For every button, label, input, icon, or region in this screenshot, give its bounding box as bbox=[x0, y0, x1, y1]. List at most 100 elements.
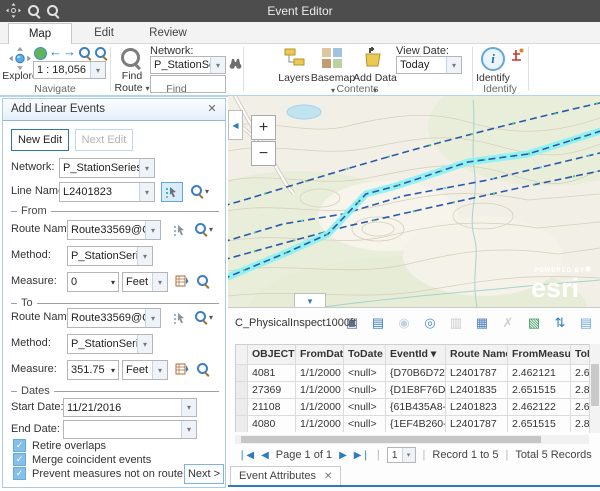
tab-event-attributes[interactable]: Event Attributes ✕ bbox=[230, 466, 341, 485]
from-measure-combo[interactable]: 0 ▾ bbox=[67, 272, 119, 292]
attributes-icon[interactable]: ▤ bbox=[577, 314, 595, 332]
zoom-to-line-button[interactable]: ▾ bbox=[191, 185, 209, 197]
add-point-event-icon[interactable] bbox=[510, 48, 524, 66]
from-method-combo[interactable]: P_StationSeries ▾ bbox=[67, 246, 153, 266]
table-row[interactable]: 211081/1/2000<null>{61B435A8-32L24018232… bbox=[236, 399, 589, 416]
zoom-selected-icon[interactable]: ◉ bbox=[395, 314, 413, 332]
chevron-down-icon[interactable]: ▾ bbox=[139, 183, 154, 201]
column-header[interactable]: OBJECTID bbox=[248, 345, 296, 365]
previous-extent-icon[interactable]: ← bbox=[49, 44, 62, 59]
basemap-icon[interactable] bbox=[322, 48, 342, 71]
page-prev-icon[interactable]: ◀ bbox=[261, 450, 269, 461]
select-line-on-map-button[interactable] bbox=[161, 182, 183, 202]
calculator-icon[interactable]: ▦ bbox=[473, 314, 491, 332]
tab-edit[interactable]: Edit bbox=[72, 23, 136, 44]
page-next-icon[interactable]: ▶ bbox=[339, 450, 347, 461]
chevron-down-icon[interactable]: ▾ bbox=[152, 273, 167, 291]
map-view[interactable]: POWERED BY esri + − ◀ ▼ bbox=[228, 96, 600, 307]
checkbox-icon[interactable]: ✓ bbox=[13, 439, 26, 452]
collapse-bottom-panel-button[interactable]: ▼ bbox=[294, 293, 326, 307]
save-icon[interactable]: ▥ bbox=[447, 314, 465, 332]
chevron-down-icon[interactable]: ▾ bbox=[139, 159, 154, 177]
map-zoom-out-button[interactable]: − bbox=[251, 141, 276, 166]
close-icon[interactable]: ✕ bbox=[324, 471, 332, 482]
sort-icon[interactable]: ⇅ bbox=[551, 314, 569, 332]
scrollbar-thumb[interactable] bbox=[241, 436, 541, 443]
chevron-down-icon[interactable]: ▾ bbox=[111, 278, 118, 287]
identify-icon[interactable]: i bbox=[481, 47, 505, 71]
next-button[interactable]: Next > bbox=[184, 464, 224, 484]
rows-icon[interactable]: ▤ bbox=[369, 314, 387, 332]
tab-map[interactable]: Map bbox=[8, 23, 72, 44]
next-edit-button[interactable]: Next Edit bbox=[75, 129, 133, 151]
map-canvas[interactable]: POWERED BY esri bbox=[228, 96, 600, 307]
checkbox-icon[interactable]: ✓ bbox=[13, 467, 26, 480]
zoom-to-to-route-button[interactable]: ▾ bbox=[195, 311, 213, 323]
chevron-down-icon[interactable]: ▾ bbox=[111, 366, 118, 375]
full-extent-globe-icon[interactable] bbox=[34, 47, 47, 60]
chevron-down-icon[interactable]: ▾ bbox=[152, 361, 167, 379]
to-route-name-combo[interactable]: Route33569@Cente ▾ bbox=[67, 308, 161, 328]
scrollbar-thumb[interactable] bbox=[591, 364, 599, 406]
from-unit-combo[interactable]: Feet ▾ bbox=[122, 272, 168, 292]
to-unit-combo[interactable]: Feet ▾ bbox=[122, 360, 168, 380]
table-row[interactable]: 40811/1/2000<null>{D70B6D72-3L24017872.4… bbox=[236, 365, 589, 382]
chevron-down-icon[interactable]: ▾ bbox=[137, 247, 152, 265]
column-header[interactable]: Route Name bbox=[446, 345, 508, 365]
network-combo[interactable]: P_StationSeries ▾ bbox=[150, 56, 226, 74]
zoom-to-from-route-button[interactable]: ▾ bbox=[195, 223, 213, 235]
map-scale-combo[interactable]: 1 : 18,056 ▾ bbox=[33, 61, 106, 79]
select-from-route-on-map-button[interactable] bbox=[169, 220, 191, 240]
chevron-down-icon[interactable]: ▾ bbox=[145, 309, 160, 327]
vertical-scrollbar[interactable] bbox=[589, 344, 600, 433]
line-name-combo[interactable]: L2401823 ▾ bbox=[59, 182, 155, 202]
new-edit-button[interactable]: New Edit bbox=[11, 129, 69, 151]
start-date-combo[interactable]: 11/21/2016 ▾ bbox=[63, 398, 197, 417]
chevron-down-icon[interactable]: ▾ bbox=[181, 399, 196, 416]
next-extent-icon[interactable]: → bbox=[63, 44, 76, 59]
map-zoom-in-button[interactable]: + bbox=[251, 115, 276, 140]
chevron-down-icon[interactable]: ▾ bbox=[145, 221, 160, 239]
add-data-icon[interactable] bbox=[362, 47, 384, 71]
zoom-in-tool-icon[interactable] bbox=[79, 47, 91, 62]
chevron-down-icon[interactable]: ▾ bbox=[210, 57, 225, 73]
zoom-to-from-measure-button[interactable] bbox=[197, 275, 209, 287]
delete-icon[interactable]: ✗ bbox=[499, 314, 517, 332]
offset-measure-icon[interactable] bbox=[175, 362, 189, 379]
page-last-icon[interactable]: ▶❘ bbox=[354, 450, 370, 461]
find-route-icon[interactable] bbox=[121, 48, 141, 71]
pan-selected-icon[interactable]: ◎ bbox=[421, 314, 439, 332]
to-method-combo[interactable]: P_StationSeries ▾ bbox=[67, 334, 153, 354]
end-date-combo[interactable]: ▾ bbox=[63, 420, 197, 439]
column-header[interactable]: FromMeasure bbox=[508, 345, 571, 365]
collapse-left-panel-button[interactable]: ◀ bbox=[228, 110, 243, 140]
page-number-combo[interactable]: 1 ▾ bbox=[387, 447, 416, 463]
chevron-down-icon[interactable]: ▾ bbox=[181, 421, 196, 438]
panel-network-combo[interactable]: P_StationSeries ▾ bbox=[59, 158, 155, 178]
chevron-down-icon[interactable]: ▾ bbox=[402, 448, 415, 462]
zoom-out-tool-icon[interactable] bbox=[95, 47, 107, 62]
from-route-name-combo[interactable]: Route33569@Cente ▾ bbox=[67, 220, 161, 240]
chevron-down-icon[interactable]: ▾ bbox=[137, 335, 152, 353]
zoom-to-to-measure-button[interactable] bbox=[197, 363, 209, 375]
chevron-down-icon[interactable]: ▾ bbox=[90, 62, 105, 78]
horizontal-scrollbar[interactable] bbox=[235, 435, 589, 444]
tab-review[interactable]: Review bbox=[136, 23, 200, 44]
page-first-icon[interactable]: ❘◀ bbox=[238, 450, 254, 461]
chevron-down-icon[interactable]: ▾ bbox=[446, 57, 461, 73]
column-header[interactable]: ToDate bbox=[344, 345, 386, 365]
to-measure-combo[interactable]: 351.75 ▾ bbox=[67, 360, 119, 380]
export-icon[interactable]: ▧ bbox=[525, 314, 543, 332]
view-date-combo[interactable]: Today ▾ bbox=[396, 56, 462, 74]
table-row[interactable]: 273691/1/2000<null>{D1E8F76D-FL24018352.… bbox=[236, 382, 589, 399]
column-header[interactable]: ToMeasure bbox=[571, 345, 589, 365]
offset-measure-icon[interactable] bbox=[175, 274, 189, 291]
column-header[interactable]: EventId ▾ bbox=[386, 345, 446, 365]
select-icon[interactable]: ▣ bbox=[343, 314, 361, 332]
close-icon[interactable]: ✕ bbox=[205, 102, 219, 116]
layers-icon[interactable] bbox=[284, 48, 305, 71]
binoculars-icon[interactable] bbox=[229, 57, 242, 72]
table-row[interactable]: 40801/1/2000<null>{1EF4B260-F0L24017872.… bbox=[236, 416, 589, 432]
checkbox-icon[interactable]: ✓ bbox=[13, 453, 26, 466]
select-to-route-on-map-button[interactable] bbox=[169, 308, 191, 328]
